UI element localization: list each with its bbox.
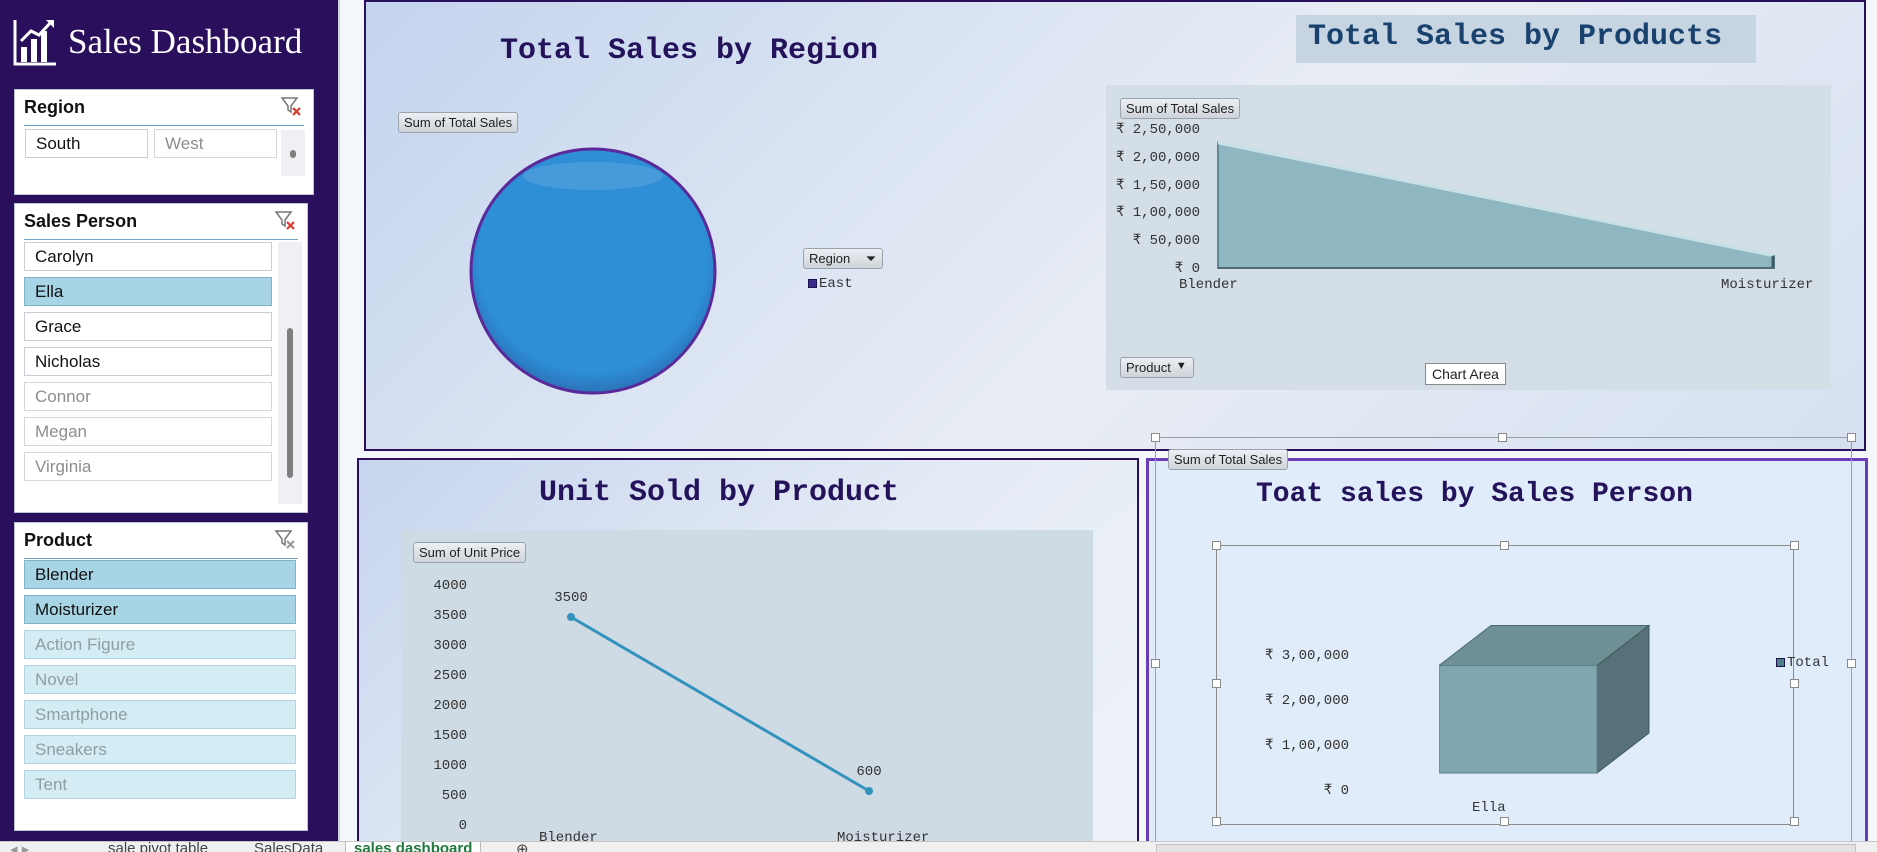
- units-y-tick: 3000: [433, 638, 467, 654]
- region-slicer-title: Region: [24, 97, 85, 117]
- sales-person-item[interactable]: Connor: [24, 382, 272, 411]
- sales-person-item[interactable]: Carolyn: [24, 242, 272, 271]
- sales-person-slicer-header: Sales Person: [24, 204, 298, 240]
- product-item[interactable]: Smartphone: [24, 700, 296, 729]
- units-chart-panel: Unit Sold by Product Sum of Unit Price 4…: [357, 458, 1139, 852]
- region-pie-chart[interactable]: [468, 146, 718, 396]
- units-y-tick: 4000: [433, 578, 467, 594]
- products-x-tick: Moisturizer: [1721, 277, 1814, 293]
- clear-filter-icon[interactable]: [274, 209, 296, 231]
- clear-filter-icon[interactable]: [274, 528, 296, 550]
- brand: Sales Dashboard: [12, 14, 302, 70]
- line-series: [570, 615, 870, 793]
- units-y-tick: 1500: [433, 728, 467, 744]
- products-chart-title: Total Sales by Products: [1308, 20, 1723, 54]
- region-scrollbar[interactable]: [281, 130, 305, 176]
- clear-filter-icon[interactable]: [280, 95, 302, 117]
- products-y-tick: ₹ 2,00,000: [1115, 149, 1200, 166]
- resize-handle[interactable]: [1151, 659, 1160, 668]
- region-item-south[interactable]: South: [25, 129, 148, 158]
- sales-person-item[interactable]: Megan: [24, 417, 272, 446]
- products-y-tick: ₹ 2,50,000: [1115, 122, 1200, 138]
- resize-handle[interactable]: [1847, 659, 1856, 668]
- product-slicer-header: Product: [24, 523, 298, 559]
- products-x-tick: Blender: [1179, 277, 1238, 293]
- product-item[interactable]: Action Figure: [24, 630, 296, 659]
- region-filter-label: Region: [809, 251, 851, 266]
- product-item[interactable]: Novel: [24, 665, 296, 694]
- sheet-tab[interactable]: sale pivot table: [108, 842, 208, 852]
- sales-person-slicer: Sales Person Carolyn Ella Grace Nicholas…: [14, 203, 308, 513]
- product-slicer: Product Blender Moisturizer Action Figur…: [14, 522, 308, 831]
- legend-swatch: [808, 279, 817, 288]
- chart-selection-frame: [1155, 437, 1852, 847]
- sheet-tab[interactable]: SalesData: [254, 842, 323, 852]
- horizontal-scrollbar[interactable]: [1156, 844, 1856, 852]
- product-axis-label: Product: [1126, 360, 1171, 375]
- region-value-field-button[interactable]: Sum of Total Sales: [398, 112, 519, 133]
- product-item[interactable]: Sneakers: [24, 735, 296, 764]
- region-legend: East: [808, 276, 853, 292]
- sales-person-item[interactable]: Virginia: [24, 452, 272, 481]
- resize-handle[interactable]: [1151, 433, 1160, 442]
- products-y-tick: ₹ 50,000: [1132, 233, 1200, 250]
- products-y-tick: ₹ 0: [1174, 261, 1200, 277]
- region-filter-button[interactable]: Region ⏷: [803, 248, 884, 269]
- product-item[interactable]: Blender: [24, 560, 296, 589]
- products-y-tick: ₹ 1,00,000: [1115, 205, 1200, 222]
- units-y-tick: 3500: [433, 608, 467, 624]
- sheet-tabs-bar: ◂ ▸ … sale pivot table SalesData sales d…: [0, 841, 1877, 852]
- resize-handle[interactable]: [1847, 433, 1856, 442]
- chevron-down-icon: ▼: [1175, 360, 1187, 372]
- product-slicer-title: Product: [24, 530, 93, 550]
- chart-area-tooltip: Chart Area: [1425, 363, 1506, 385]
- filter-icon: ⏷: [865, 251, 877, 266]
- sheet-nav-arrows[interactable]: ◂ ▸ …: [10, 842, 48, 852]
- region-slicer: Region South West: [14, 89, 314, 195]
- app-title: Sales Dashboard: [68, 22, 303, 61]
- products-value-field-button[interactable]: Sum of Total Sales: [1120, 98, 1241, 119]
- add-sheet-icon[interactable]: ⊕: [516, 842, 529, 852]
- data-label: 3500: [554, 590, 588, 606]
- legend-east: East: [819, 276, 853, 292]
- sales-person-item[interactable]: Nicholas: [24, 347, 272, 376]
- sidebar: Sales Dashboard Region South West Sales …: [0, 0, 340, 841]
- units-y-tick: 500: [441, 788, 467, 804]
- top-chart-panel: Total Sales by Region Sum of Total Sales…: [364, 0, 1866, 451]
- units-line-chart[interactable]: 3500 600: [519, 570, 1039, 850]
- line-point: [567, 613, 575, 621]
- units-y-tick: 2000: [433, 698, 467, 714]
- products-y-tick: ₹ 1,50,000: [1115, 177, 1200, 194]
- sales-person-value-field-button[interactable]: Sum of Total Sales: [1168, 449, 1289, 470]
- units-chart-title: Unit Sold by Product: [539, 476, 900, 510]
- region-chart-title: Total Sales by Region: [500, 34, 879, 68]
- line-point: [865, 787, 873, 795]
- products-area-chart[interactable]: [1206, 122, 1786, 282]
- region-slicer-header: Region: [24, 90, 304, 126]
- resize-handle[interactable]: [1498, 433, 1507, 442]
- product-item[interactable]: Tent: [24, 770, 296, 799]
- units-value-field-button[interactable]: Sum of Unit Price: [413, 542, 527, 563]
- sheet-tab-active[interactable]: sales dashboard: [345, 842, 482, 852]
- product-item[interactable]: Moisturizer: [24, 595, 296, 624]
- sales-person-item[interactable]: Grace: [24, 312, 272, 341]
- area-series: [1217, 141, 1775, 269]
- sales-person-item[interactable]: Ella: [24, 277, 272, 306]
- sales-person-slicer-title: Sales Person: [24, 211, 138, 231]
- units-y-tick: 0: [458, 818, 467, 834]
- data-label: 600: [856, 764, 881, 780]
- product-axis-button[interactable]: Product ▼: [1120, 357, 1194, 378]
- region-item-west[interactable]: West: [154, 129, 277, 158]
- units-y-tick: 1000: [433, 758, 467, 774]
- bar-chart-logo-icon: [13, 19, 56, 66]
- sales-person-scrollbar[interactable]: [278, 242, 302, 504]
- units-y-tick: 2500: [433, 668, 467, 684]
